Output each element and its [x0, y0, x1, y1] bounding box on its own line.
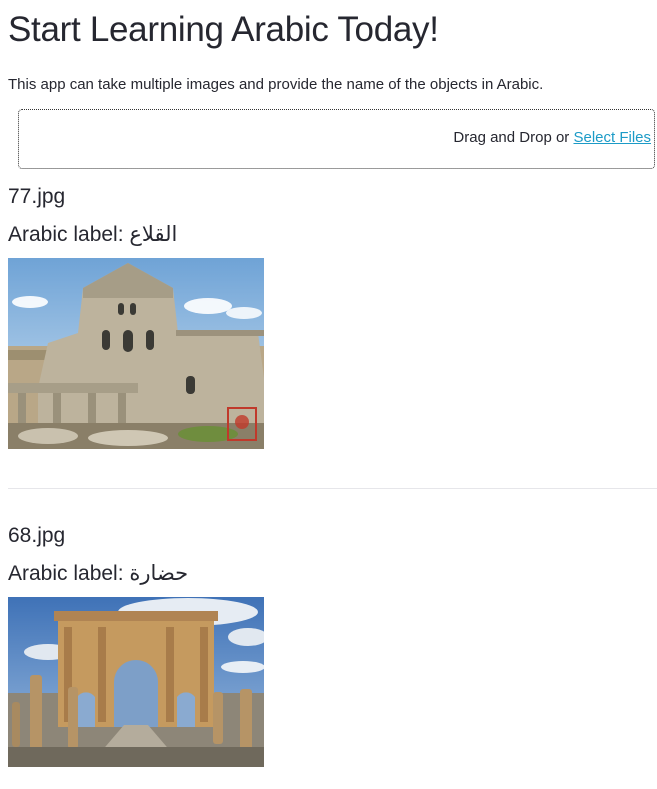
- label-value: حضارة: [129, 562, 189, 585]
- arch-photo: [8, 597, 264, 767]
- label-prefix: Arabic label:: [8, 562, 130, 585]
- label-value: القلاع: [129, 223, 178, 246]
- page-title: Start Learning Arabic Today!: [8, 10, 439, 49]
- result-label: Arabic label: القلاع: [8, 222, 649, 248]
- page: Start Learning Arabic Today! This app ca…: [0, 0, 657, 767]
- file-dropzone[interactable]: Drag and Drop or Select Files: [18, 109, 655, 169]
- intro-text: This app can take multiple images and pr…: [8, 76, 544, 93]
- result-item: 77.jpg Arabic label: القلاع: [8, 184, 649, 449]
- dropzone-text: Drag and Drop or Select Files: [453, 129, 651, 146]
- result-label: Arabic label: حضارة: [8, 561, 649, 587]
- dropzone-prompt: Drag and Drop or: [453, 129, 574, 146]
- ruins-photo: [8, 258, 264, 449]
- result-filename: 77.jpg: [8, 185, 66, 208]
- result-filename: 68.jpg: [8, 524, 66, 547]
- divider: [8, 488, 657, 489]
- label-prefix: Arabic label:: [8, 223, 130, 246]
- result-item: 68.jpg Arabic label: حضارة: [8, 523, 649, 767]
- select-files-link[interactable]: Select Files: [573, 129, 651, 146]
